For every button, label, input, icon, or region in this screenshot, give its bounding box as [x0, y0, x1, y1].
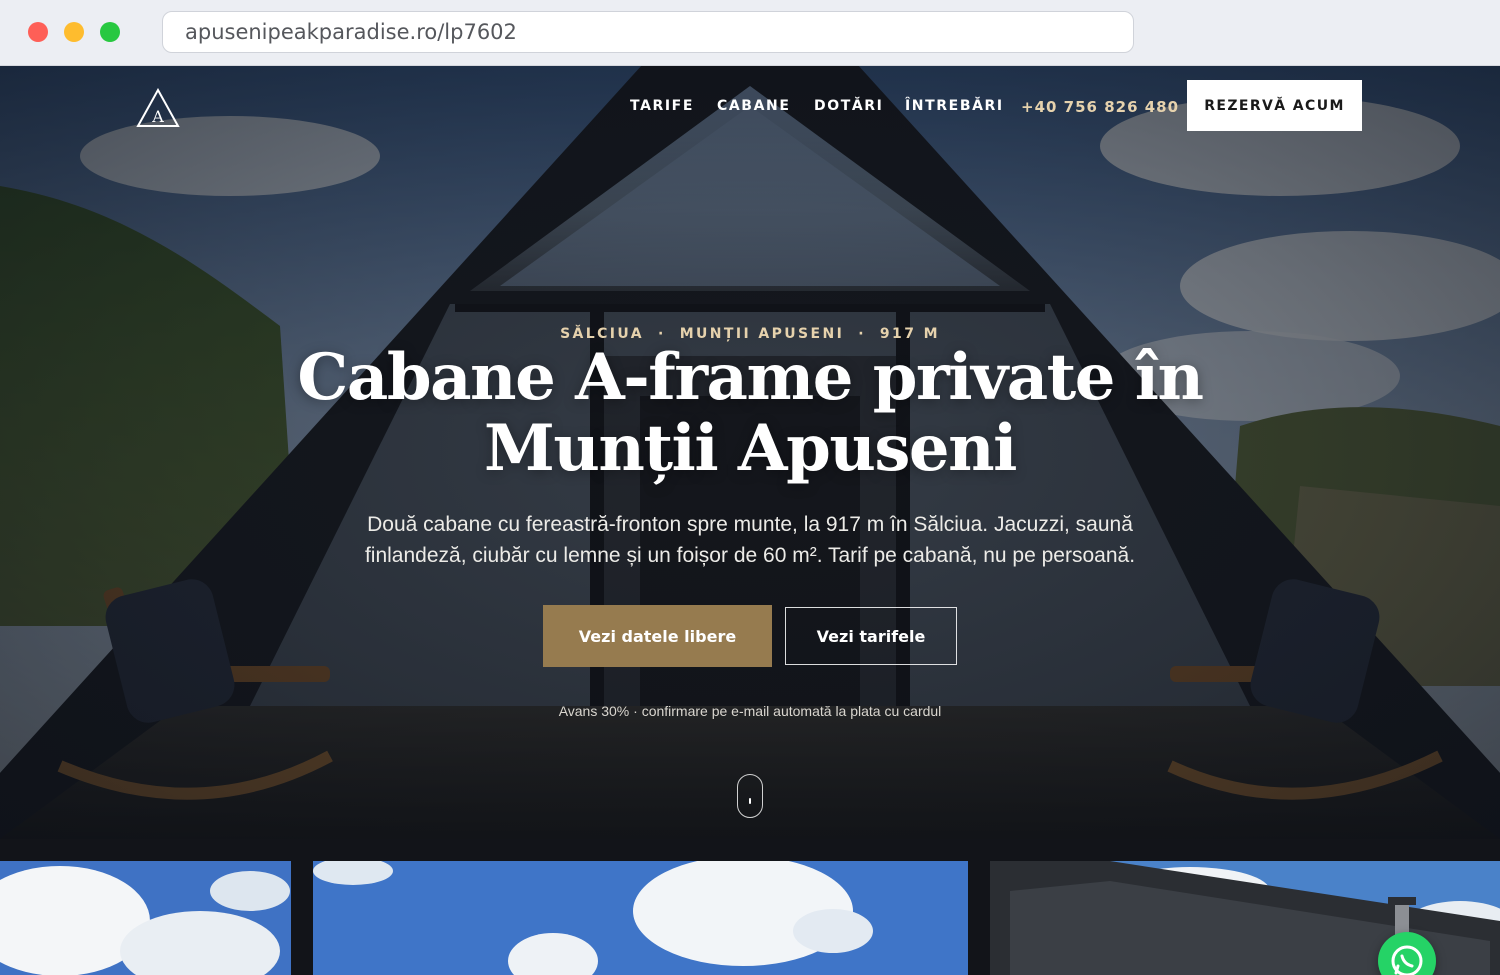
hero-title-line-1: Cabane A-frame private în — [297, 340, 1204, 415]
payment-note: Avans 30% · confirmare pe e-mail automat… — [558, 703, 942, 719]
hero-title-line-2: Munții Apuseni — [484, 411, 1017, 486]
gallery-image-sky[interactable] — [0, 861, 291, 975]
address-bar-url: apusenipeakparadise.ro/lp7602 — [185, 20, 517, 44]
gallery-photo — [313, 861, 968, 975]
gallery-image-clouds[interactable] — [313, 861, 968, 975]
see-rates-button[interactable]: Vezi tarifele — [785, 607, 957, 665]
nav-item-intrebari[interactable]: ÎNTREBĂRI — [905, 98, 1004, 114]
nav-item-tarife[interactable]: TARIFE — [630, 98, 694, 114]
hero-section: A TARIFE CABANE DOTĂRI ÎNTREBĂRI +40 756… — [0, 66, 1500, 839]
scroll-wheel — [749, 798, 751, 804]
browser-chrome: apusenipeakparadise.ro/lp7602 — [0, 0, 1500, 66]
see-available-dates-button[interactable]: Vezi datele libere — [543, 605, 772, 667]
mouse-scroll-icon[interactable] — [737, 774, 763, 818]
whatsapp-icon — [1391, 945, 1423, 975]
minimize-window-button[interactable] — [64, 22, 84, 42]
hero-description: Două cabane cu fereastră-fronton spre mu… — [364, 513, 1136, 567]
nav-item-dotari[interactable]: DOTĂRI — [814, 98, 884, 114]
gallery-photo — [0, 861, 291, 975]
nav-item-cabane[interactable]: CABANE — [717, 98, 791, 114]
maximize-window-button[interactable] — [100, 22, 120, 42]
address-bar[interactable]: apusenipeakparadise.ro/lp7602 — [162, 11, 1134, 53]
book-now-button[interactable]: REZERVĂ ACUM — [1187, 80, 1362, 131]
close-window-button[interactable] — [28, 22, 48, 42]
phone-link[interactable]: +40 756 826 480 — [1021, 98, 1179, 116]
whatsapp-chat-button[interactable] — [1378, 932, 1436, 975]
hero-title: Cabane A-frame private în Munții Apuseni — [0, 342, 1500, 484]
gallery-strip — [0, 839, 1500, 975]
